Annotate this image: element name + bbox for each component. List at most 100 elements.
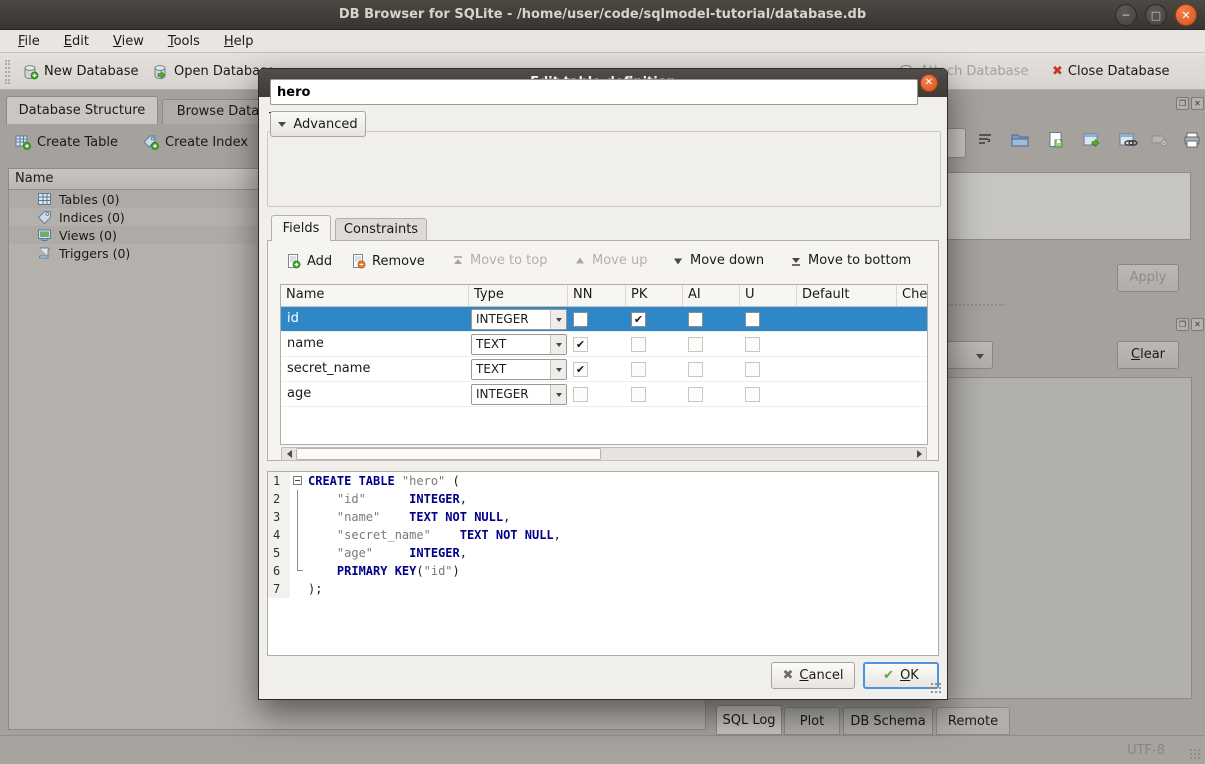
table-name-input[interactable]	[270, 79, 918, 105]
sql-fold-margin	[290, 490, 306, 508]
field-type-combo[interactable]: TEXT	[471, 359, 567, 380]
checkbox-nn[interactable]	[573, 387, 588, 402]
editcell-dock-float-button[interactable]: ❐	[1176, 97, 1189, 110]
chevron-down-icon[interactable]	[550, 310, 566, 329]
tab-plot[interactable]: Plot	[784, 707, 840, 735]
field-name-cell[interactable]: id	[287, 311, 299, 326]
toolbar-close-database-button[interactable]: ✖Close Database	[1052, 59, 1169, 84]
scrollbar-thumb[interactable]	[296, 448, 601, 460]
toolbar-open-database-button[interactable]: Open Database	[152, 59, 275, 84]
toolbar-grip[interactable]	[5, 60, 10, 84]
dialog-close-button[interactable]: ✕	[920, 74, 938, 92]
menu-file[interactable]: File	[6, 31, 52, 52]
field-name-cell[interactable]: secret_name	[287, 361, 370, 376]
menu-edit[interactable]: Edit	[52, 31, 101, 52]
field-type-combo[interactable]: TEXT	[471, 334, 567, 355]
chevron-down-icon[interactable]	[550, 360, 566, 379]
sqllog-dock-close-button[interactable]: ✕	[1191, 318, 1204, 331]
tab-fields[interactable]: Fields	[271, 215, 331, 241]
window-close-button[interactable]: ✕	[1175, 4, 1197, 26]
chevron-down-icon[interactable]	[550, 385, 566, 404]
maximize-button[interactable]: □	[1145, 4, 1167, 26]
remove-button[interactable]: Remove	[350, 253, 425, 269]
column-header-check[interactable]: Check	[897, 285, 928, 306]
checkbox-ai[interactable]	[688, 362, 703, 377]
checkbox-nn-checked[interactable]: ✔	[573, 337, 588, 352]
window-resize-grip[interactable]	[1189, 748, 1201, 760]
checkbox-nn-checked[interactable]: ✔	[573, 362, 588, 377]
sql-preview-editor[interactable]: 1CREATE TABLE "hero" (2 "id" INTEGER,3 "…	[267, 471, 939, 656]
column-header-pk[interactable]: PK	[626, 285, 683, 306]
new-database-icon	[22, 64, 39, 80]
column-header-nn[interactable]: NN	[568, 285, 626, 306]
minimize-button[interactable]: ─	[1115, 4, 1137, 26]
tab-database-structure[interactable]: Database Structure	[6, 96, 158, 124]
column-header-u[interactable]: U	[740, 285, 797, 306]
advanced-button[interactable]: Advanced	[270, 111, 366, 137]
set-null-icon[interactable]	[1147, 126, 1173, 154]
checkbox-pk-checked[interactable]: ✔	[631, 312, 646, 327]
apply-cell-icon[interactable]	[1079, 126, 1105, 154]
field-row-age[interactable]: age INTEGER	[281, 382, 927, 407]
table-name-frame	[267, 131, 941, 207]
menu-help[interactable]: Help	[212, 31, 266, 52]
column-header-ai[interactable]: AI	[683, 285, 740, 306]
word-wrap-icon[interactable]	[972, 126, 998, 154]
move-to-bottom-button[interactable]: Move to bottom	[790, 253, 911, 268]
field-type-combo[interactable]: INTEGER	[471, 384, 567, 405]
fields-grid-hscrollbar[interactable]	[281, 447, 927, 461]
encoding-indicator[interactable]: UTF-8	[1127, 743, 1165, 758]
export-icon[interactable]	[1043, 126, 1069, 154]
column-header-default[interactable]: Default	[797, 285, 897, 306]
sql-code-text: "name" TEXT NOT NULL,	[308, 508, 510, 526]
cancel-button[interactable]: ✖ Cancel	[771, 662, 855, 689]
link-icon[interactable]	[1115, 126, 1141, 154]
field-row-secret-name[interactable]: secret_name TEXT ✔	[281, 357, 927, 382]
field-row-name[interactable]: name TEXT ✔	[281, 332, 927, 357]
move-top-icon	[452, 255, 464, 267]
toolbar-new-database-button[interactable]: New Database	[22, 59, 139, 84]
tab-db-schema[interactable]: DB Schema	[843, 707, 933, 735]
checkbox-nn[interactable]	[573, 312, 588, 327]
menu-tools[interactable]: Tools	[156, 31, 212, 52]
add-button[interactable]: Add	[285, 253, 332, 269]
checkbox-ai[interactable]	[688, 387, 703, 402]
checkbox-u[interactable]	[745, 337, 760, 352]
apply-button[interactable]: Apply	[1117, 264, 1179, 292]
create-table-button[interactable]: Create Table	[14, 134, 118, 150]
clear-button[interactable]: Clear	[1117, 341, 1179, 369]
tab-constraints[interactable]: Constraints	[335, 218, 427, 241]
checkbox-ai[interactable]	[688, 337, 703, 352]
checkbox-u[interactable]	[745, 362, 760, 377]
checkbox-pk[interactable]	[631, 337, 646, 352]
import-icon[interactable]	[1007, 126, 1033, 154]
editcell-dock-close-button[interactable]: ✕	[1191, 97, 1204, 110]
dialog-resize-grip[interactable]	[930, 682, 942, 694]
sqllog-dock-float-button[interactable]: ❐	[1176, 318, 1189, 331]
checkbox-u[interactable]	[745, 387, 760, 402]
checkbox-ai[interactable]	[688, 312, 703, 327]
field-row-id[interactable]: id INTEGER ✔	[281, 307, 927, 332]
chevron-down-icon[interactable]	[550, 335, 566, 354]
scroll-right-icon[interactable]	[912, 448, 926, 460]
add-icon	[285, 253, 301, 269]
checkbox-pk[interactable]	[631, 387, 646, 402]
field-type-combo[interactable]: INTEGER	[471, 309, 567, 330]
column-header-type[interactable]: Type	[469, 285, 568, 306]
fold-collapse-icon[interactable]	[290, 472, 306, 490]
field-name-cell[interactable]: age	[287, 386, 311, 401]
checkbox-u[interactable]	[745, 312, 760, 327]
column-header-name[interactable]: Name	[281, 285, 469, 306]
menu-view[interactable]: View	[101, 31, 156, 52]
field-name-cell[interactable]: name	[287, 336, 324, 351]
checkbox-pk[interactable]	[631, 362, 646, 377]
print-icon[interactable]	[1179, 126, 1205, 154]
create-index-button[interactable]: Create Index	[142, 134, 248, 150]
dock-splitter[interactable]	[940, 304, 1004, 308]
ok-button[interactable]: ✔ OK	[863, 662, 939, 689]
window-titlebar[interactable]: DB Browser for SQLite - /home/user/code/…	[0, 0, 1205, 30]
tab-sql-log[interactable]: SQL Log	[716, 705, 782, 735]
tab-remote[interactable]: Remote	[936, 707, 1010, 735]
move-down-button[interactable]: Move down	[672, 253, 764, 268]
scroll-left-icon[interactable]	[282, 448, 296, 460]
